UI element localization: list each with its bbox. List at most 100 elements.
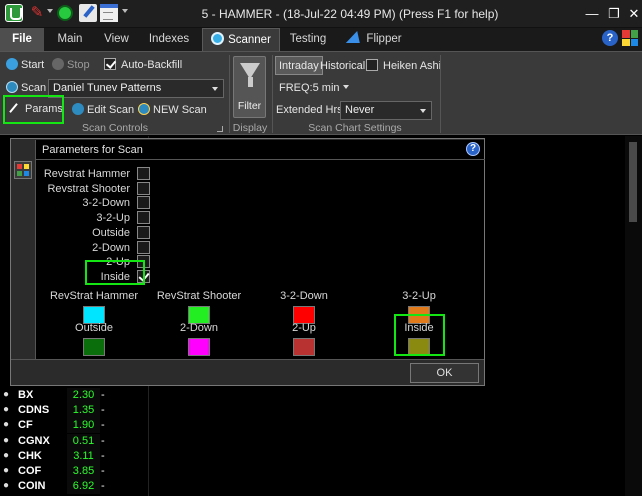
checkbox[interactable] [137, 211, 150, 225]
color-picker-revstrat-hammer[interactable]: RevStrat Hammer [49, 290, 139, 324]
param-label: Revstrat Shooter [47, 182, 130, 195]
heiken-ashi-checkbox[interactable]: Heiken Ashi [366, 59, 441, 72]
pin-icon[interactable]: ● [3, 450, 9, 461]
pin-icon[interactable]: ✎ [28, 4, 46, 22]
chevron-down-icon[interactable] [47, 9, 53, 13]
list-item[interactable]: ● COF 3.85- [0, 464, 148, 479]
param-checkbox-2-down[interactable]: 2-Down [36, 240, 150, 255]
status-green-icon[interactable] [57, 5, 73, 21]
vertical-scrollbar[interactable] [625, 136, 642, 496]
param-label: Revstrat Hammer [43, 168, 130, 180]
color-swatch[interactable] [293, 338, 315, 356]
list-item[interactable]: ● BX 2.30- [0, 388, 148, 403]
new-scan-button[interactable]: NEW Scan [138, 103, 207, 116]
pin-icon[interactable]: ● [3, 480, 9, 491]
color-swatch[interactable] [83, 338, 105, 356]
calendar-icon[interactable] [100, 4, 118, 22]
chevron-down-icon[interactable] [122, 9, 128, 13]
color-picker-outside[interactable]: Outside [49, 322, 139, 356]
checkbox[interactable] [366, 59, 378, 71]
filter-label: Filter [237, 100, 262, 112]
color-picker-revstrat-shooter[interactable]: RevStrat Shooter [154, 290, 244, 324]
new-scan-label: NEW Scan [153, 104, 207, 116]
separator [272, 55, 273, 133]
tab-main[interactable]: Main [49, 28, 91, 51]
tab-scanner[interactable]: Scanner [202, 28, 280, 51]
param-checkbox-3-2-up[interactable]: 3-2-Up [36, 211, 150, 225]
color-picker-2-down[interactable]: 2-Down [154, 322, 244, 356]
scan-icon [6, 81, 18, 93]
auto-backfill-checkbox[interactable]: Auto-Backfill [104, 58, 182, 71]
scan-label-text: Scan [21, 82, 47, 94]
group-label-chart-settings: Scan Chart Settings [308, 122, 402, 134]
list-item[interactable]: ● CGNX 0.51- [0, 433, 148, 449]
stop-icon [52, 58, 64, 70]
scrollbar-thumb[interactable] [629, 142, 637, 222]
play-icon [6, 58, 18, 70]
new-scan-icon [138, 103, 150, 115]
list-item[interactable]: ● CHK 3.11- [0, 448, 148, 464]
list-item[interactable]: ● CDNS 1.35- [0, 403, 148, 419]
edit-scan-button[interactable]: Edit Scan [72, 103, 134, 116]
separator [440, 55, 441, 133]
notepad-icon[interactable] [79, 4, 97, 22]
param-checkbox-revstrat-shooter[interactable]: Revstrat Shooter [36, 181, 150, 196]
close-icon[interactable]: ✕ [626, 6, 642, 22]
param-checkbox-3-2-down[interactable]: 3-2-Down [36, 196, 150, 210]
dialog-help-icon[interactable]: ? [466, 142, 480, 156]
edit-scan-icon [72, 103, 84, 115]
pin-icon[interactable]: ● [3, 435, 9, 446]
checkbox[interactable] [137, 240, 150, 254]
stop-button[interactable]: Stop [52, 58, 90, 71]
dash: - [101, 389, 105, 401]
param-checkbox-outside[interactable]: Outside [36, 225, 150, 240]
color-label: Outside [75, 322, 113, 334]
title-bar: ✎ 5 - HAMMER - (18-Jul-22 04:49 PM) (Pre… [0, 0, 642, 28]
dialog-title: Parameters for Scan [42, 144, 143, 156]
checkbox[interactable] [137, 196, 150, 210]
color-label: RevStrat Shooter [156, 290, 242, 302]
color-picker-3-2-down[interactable]: 3-2-Down [259, 290, 349, 324]
extended-hrs-label: Extended Hrs: [276, 104, 346, 116]
color-picker-2-up[interactable]: 2-Up [259, 322, 349, 356]
list-item[interactable]: ● COIN 6.92- [0, 479, 148, 495]
restore-icon[interactable]: ❐ [606, 6, 622, 22]
help-icon[interactable]: ? [602, 30, 618, 46]
dialog-app-icon [14, 161, 32, 179]
params-highlight [3, 95, 64, 124]
extended-hrs-select[interactable]: Never [340, 101, 432, 120]
heiken-ashi-label: Heiken Ashi [383, 60, 442, 72]
tab-indexes[interactable]: Indexes [141, 28, 197, 51]
color-swatch[interactable] [188, 338, 210, 356]
param-label: 2-Down [92, 241, 130, 254]
checkbox[interactable] [137, 181, 150, 195]
auto-backfill-label: Auto-Backfill [121, 59, 183, 71]
checkbox[interactable] [104, 58, 116, 70]
inside-color-highlight [394, 314, 445, 356]
tab-view[interactable]: View [100, 28, 133, 51]
scan-label: Scan [6, 81, 46, 94]
pin-icon[interactable]: ● [3, 389, 9, 400]
minimize-icon[interactable]: — [584, 6, 600, 22]
checkbox[interactable] [137, 167, 150, 180]
app-logo-icon[interactable] [5, 4, 23, 22]
pin-icon[interactable]: ● [3, 404, 9, 415]
tab-file[interactable]: File [0, 28, 44, 51]
scan-select[interactable]: Daniel Tunev Patterns [48, 79, 224, 98]
filter-button[interactable]: Filter [233, 56, 266, 118]
tab-flipper[interactable]: Flipper [346, 28, 404, 51]
tab-testing[interactable]: Testing [286, 28, 330, 51]
historical-toggle[interactable]: Historical [317, 57, 368, 76]
pin-icon[interactable]: ● [3, 419, 9, 430]
ok-button[interactable]: OK [410, 363, 479, 383]
dialog-launcher-icon[interactable] [217, 126, 223, 132]
value: 6.92 [67, 479, 100, 495]
param-checkbox-revstrat-hammer[interactable]: Revstrat Hammer [36, 167, 150, 181]
pin-icon[interactable]: ● [3, 465, 9, 476]
list-item[interactable]: ● CF 1.90- [0, 418, 148, 434]
intraday-toggle[interactable]: Intraday [275, 56, 323, 75]
freq-dropdown[interactable]: FREQ:5 min [279, 82, 349, 94]
layout-grid-icon[interactable] [622, 30, 638, 46]
start-button[interactable]: Start [6, 58, 44, 71]
checkbox[interactable] [137, 225, 150, 239]
